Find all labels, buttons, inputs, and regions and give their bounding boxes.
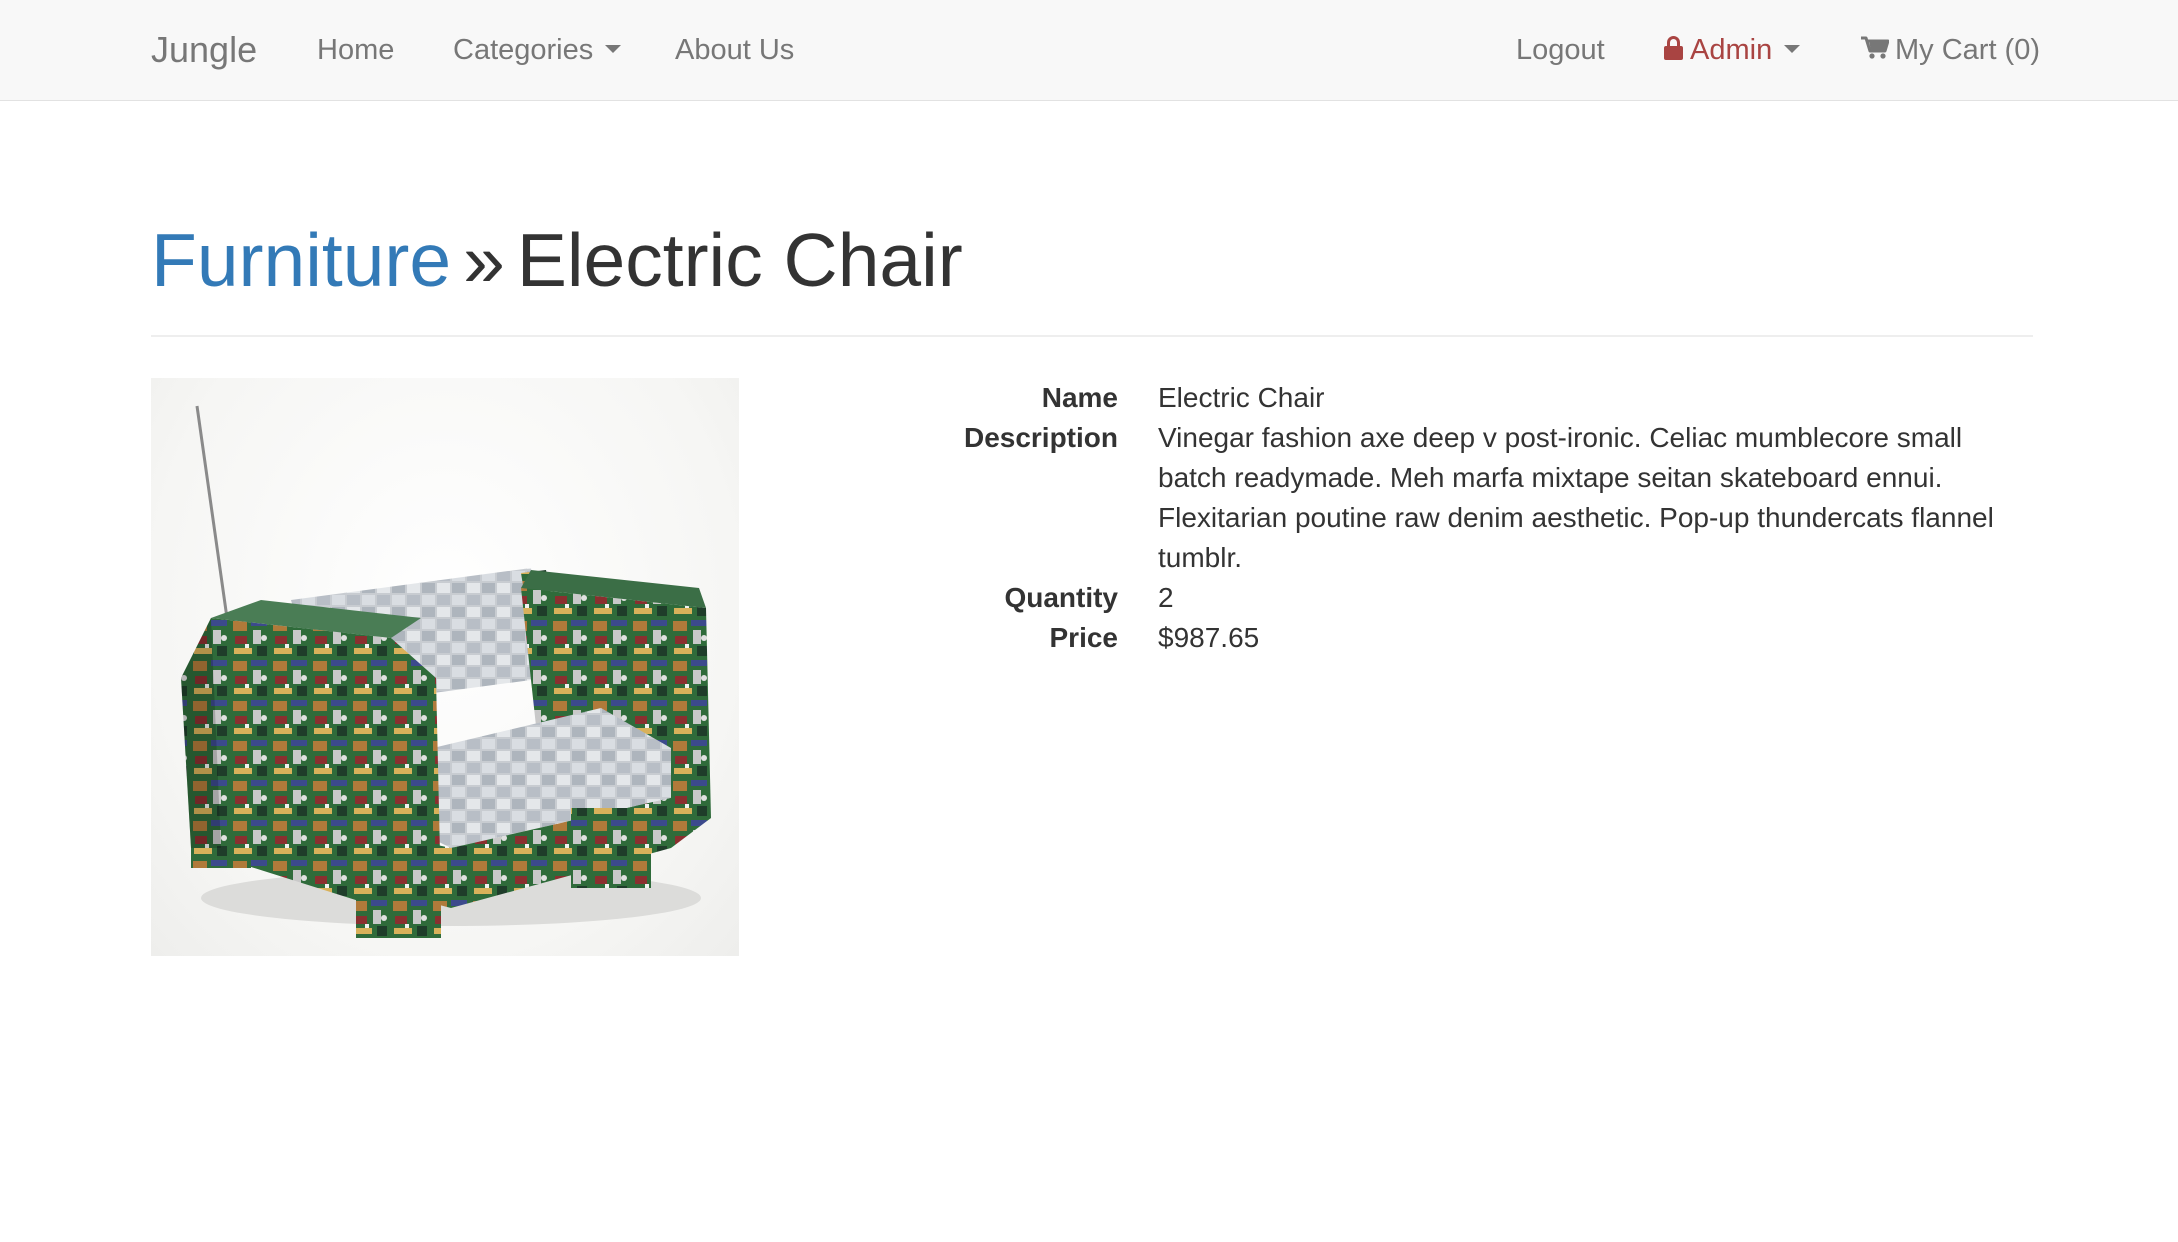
nav-home-link[interactable]: Home [317,0,394,100]
price-value: $987.65 [1158,622,1260,653]
product-details: Name Electric Chair Description Vinegar … [860,378,2040,658]
product-title: Electric Chair [516,218,963,302]
category-breadcrumb-link[interactable]: Furniture [151,218,451,302]
logout-link[interactable]: Logout [1516,0,1605,100]
detail-row-description: Description Vinegar fashion axe deep v p… [860,418,2040,578]
quantity-label: Quantity [1004,582,1118,613]
brand-link[interactable]: Jungle [151,0,257,100]
description-value: Vinegar fashion axe deep v post-ironic. … [1158,422,1994,573]
caret-down-icon [605,45,622,54]
quantity-value: 2 [1158,582,1174,613]
caret-down-icon [1784,45,1801,54]
breadcrumb-separator: » [463,218,505,302]
nav-categories-label: Categories [453,34,594,66]
name-label: Name [1041,382,1118,413]
shopping-cart-icon [1861,36,1889,59]
nav-categories-dropdown[interactable]: Categories [453,0,622,100]
nav-about-link[interactable]: About Us [675,0,794,100]
admin-dropdown[interactable]: Admin [1664,0,1801,100]
price-label: Price [1049,622,1119,653]
detail-row-name: Name Electric Chair [860,378,2040,418]
electric-chair-illustration [181,405,711,938]
name-value: Electric Chair [1158,382,1325,413]
navbar: Jungle Home Categories About Us Logout A… [0,0,2178,101]
admin-label: Admin [1690,34,1773,66]
description-label: Description [963,422,1118,453]
page-title: Furniture» Electric Chair [151,200,2033,320]
lock-icon [1664,36,1683,61]
product-image [151,378,739,956]
page-header: Furniture» Electric Chair [151,200,2033,337]
cart-label: My Cart (0) [1895,34,2040,66]
cart-link[interactable]: My Cart (0) [1861,0,2040,100]
detail-row-price: Price $987.65 [860,618,2040,658]
detail-row-quantity: Quantity 2 [860,578,2040,618]
